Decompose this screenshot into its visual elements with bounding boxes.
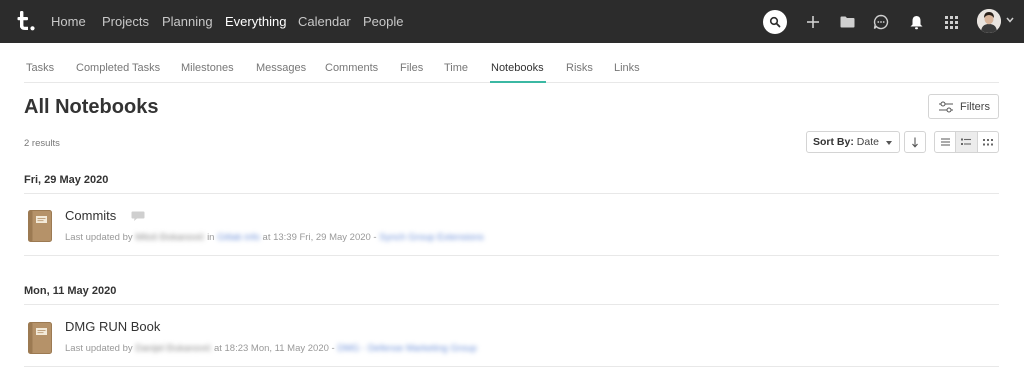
search-icon[interactable] [763, 10, 787, 34]
detailed-list-view-button[interactable] [955, 132, 977, 152]
notebook-title-link[interactable]: Commits [65, 208, 116, 224]
nav-planning[interactable]: Planning [162, 14, 213, 30]
teamwork-logo[interactable] [17, 10, 37, 32]
tab-files[interactable]: Files [400, 61, 423, 75]
tab-risks[interactable]: Risks [566, 61, 593, 75]
detailed-list-icon [961, 138, 972, 145]
meta-prefix: Last updated by [65, 232, 133, 243]
company-link[interactable]: DMG - Defense Marketing Group [337, 343, 476, 354]
active-tab-indicator [490, 81, 546, 83]
nav-home[interactable]: Home [51, 14, 86, 30]
arrow-down-icon [912, 137, 918, 148]
sort-value: Date [856, 136, 879, 148]
nav-projects[interactable]: Projects [102, 14, 149, 30]
author-link[interactable]: Miloš Đokanović [135, 232, 204, 243]
folder-icon[interactable] [835, 10, 859, 34]
author-link[interactable]: Danijel Đukanović [135, 343, 211, 354]
divider [24, 193, 999, 194]
nav-people[interactable]: People [363, 14, 403, 30]
sort-by-label: Sort By: [813, 136, 854, 148]
meta-time: at 13:39 Fri, 29 May 2020 - [262, 232, 377, 243]
notebook-meta: Last updated by Danijel Đukanović at 18:… [65, 343, 477, 355]
divider [24, 304, 999, 305]
bell-icon[interactable] [904, 10, 928, 34]
nav-everything[interactable]: Everything [225, 14, 286, 30]
comments-icon[interactable] [131, 211, 145, 222]
list-icon [940, 138, 950, 146]
tab-completed-tasks[interactable]: Completed Tasks [76, 61, 160, 75]
tab-comments[interactable]: Comments [325, 61, 378, 75]
group-date-heading: Mon, 11 May 2020 [24, 285, 117, 297]
chevron-down-icon[interactable] [1006, 17, 1014, 23]
results-count: 2 results [24, 138, 60, 149]
notebook-icon [28, 322, 52, 354]
tab-tasks[interactable]: Tasks [26, 61, 54, 75]
filters-label: Filters [960, 101, 990, 113]
company-link[interactable]: Synch Group Extensions [379, 232, 484, 243]
avatar[interactable] [977, 9, 1001, 33]
tab-messages[interactable]: Messages [256, 61, 306, 75]
notebook-meta: Last updated by Miloš Đokanović in Gitla… [65, 232, 484, 244]
project-link[interactable]: Gitlab info [217, 232, 260, 243]
apps-grid-icon[interactable] [939, 10, 963, 34]
tab-milestones[interactable]: Milestones [181, 61, 234, 75]
grid-icon [982, 138, 993, 145]
view-toggle-group [934, 131, 999, 153]
notebook-title-link[interactable]: DMG RUN Book [65, 319, 160, 335]
list-view-button[interactable] [935, 132, 955, 152]
grid-view-button[interactable] [976, 132, 998, 152]
sliders-icon [939, 101, 953, 113]
caret-down-icon [886, 141, 892, 145]
filters-button[interactable]: Filters [928, 94, 999, 119]
meta-time: at 18:23 Mon, 11 May 2020 - [213, 343, 335, 354]
meta-prefix: Last updated by [65, 343, 133, 354]
page-title: All Notebooks [24, 96, 159, 118]
sort-order-button[interactable] [904, 131, 926, 153]
chat-icon[interactable] [869, 10, 893, 34]
tab-time[interactable]: Time [444, 61, 468, 75]
meta-in: in [207, 232, 215, 243]
nav-calendar[interactable]: Calendar [298, 14, 351, 30]
plus-icon[interactable] [801, 10, 825, 34]
sort-by-dropdown[interactable]: Sort By: Date [806, 131, 900, 153]
top-navigation-bar: Home Projects Planning Everything Calend… [0, 0, 1024, 43]
tab-links[interactable]: Links [614, 61, 640, 75]
group-date-heading: Fri, 29 May 2020 [24, 174, 109, 186]
notebook-icon [28, 210, 52, 242]
divider [24, 366, 999, 367]
tab-notebooks[interactable]: Notebooks [491, 61, 544, 75]
divider [24, 255, 999, 256]
